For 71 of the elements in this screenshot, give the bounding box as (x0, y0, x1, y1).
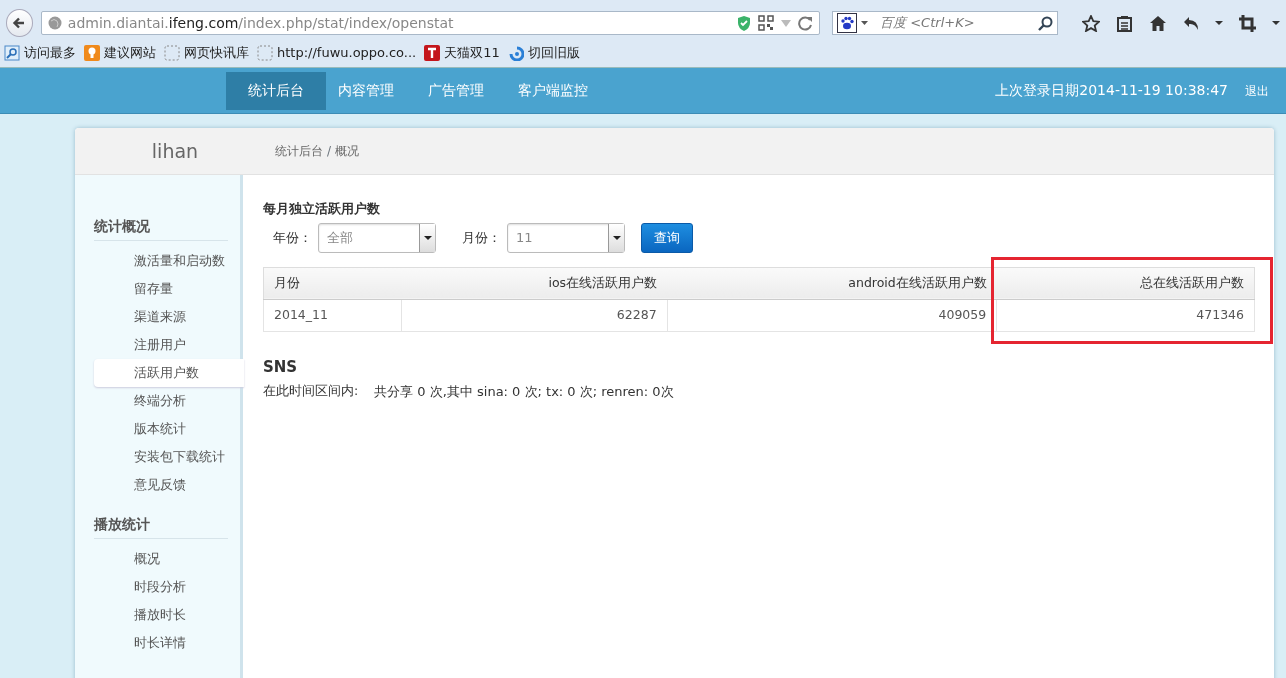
sidebar-section-title: 播放统计 (94, 505, 228, 539)
last-login-text: 上次登录日期2014-11-19 10:38:47 (995, 81, 1228, 100)
qr-code-icon[interactable] (758, 15, 775, 31)
address-bar[interactable]: admin.diantai.ifeng.com/index.php/stat/index/openstat (40, 11, 821, 35)
sidebar-item[interactable]: 活跃用户数 (94, 359, 244, 387)
sidebar-item[interactable]: 意见反馈 (75, 471, 240, 499)
letter-t-icon (424, 45, 441, 61)
sidebar-item[interactable]: 安装包下载统计 (75, 443, 240, 471)
reload-icon[interactable] (798, 15, 814, 31)
username: lihan (150, 138, 200, 164)
sns-title: SNS (263, 356, 299, 378)
bookmark-link[interactable]: 网页快讯库 (164, 43, 249, 63)
table-cell: 62287 (401, 299, 668, 331)
page-icon (257, 45, 273, 61)
search-field[interactable]: 百度 <Ctrl+K> (832, 11, 1058, 35)
caret-icon (612, 235, 621, 240)
nav-tab[interactable]: 统计后台 (226, 71, 326, 110)
url-text: admin.diantai.ifeng.com/index.php/stat/index/openstat (67, 13, 454, 33)
search-placeholder: 百度 <Ctrl+K> (880, 14, 976, 33)
column-header: ios在线活跃用户数 (401, 267, 668, 299)
section-title: 每月独立活跃用户数 (263, 200, 381, 218)
sidebar-item[interactable]: 激活量和启动数 (75, 247, 240, 275)
table-cell: 2014_11 (263, 299, 402, 331)
home-icon[interactable] (1149, 14, 1167, 32)
filter-label: 月份： (462, 228, 501, 247)
sidebar-item[interactable]: 时长详情 (75, 629, 240, 657)
sidebar-item[interactable]: 时段分析 (75, 573, 240, 601)
sidebar-item[interactable]: 终端分析 (75, 387, 240, 415)
sidebar-item[interactable]: 版本统计 (75, 415, 240, 443)
breadcrumb-separator: / (327, 143, 332, 160)
swirl-icon (507, 45, 524, 61)
caret-icon (861, 21, 869, 25)
table-cell: 409059 (667, 299, 997, 331)
sidebar-item[interactable]: 注册用户 (75, 331, 240, 359)
filter-label: 年份： (273, 228, 312, 247)
sns-summary: 共分享 0 次,其中 sina: 0 次; tx: 0 次; renren: 0次 (374, 383, 674, 401)
breadcrumb-item[interactable]: 统计后台 (275, 142, 323, 160)
bookmark-link[interactable]: 天猫双11 (424, 43, 500, 63)
caret-icon[interactable] (1272, 21, 1280, 25)
paw-icon (837, 13, 858, 33)
bookmark-link[interactable]: http://fuwu.oppo.co... (257, 43, 417, 63)
sidebar-item[interactable]: 渠道来源 (75, 303, 240, 331)
globe-icon (47, 16, 62, 30)
bulb-icon (84, 45, 100, 61)
caret-icon (423, 235, 432, 240)
clipboard-icon[interactable] (1116, 14, 1133, 32)
caret-icon[interactable] (1215, 21, 1223, 25)
sidebar-section-title: 统计概况 (94, 207, 228, 241)
sidebar-item[interactable]: 概况 (75, 545, 240, 573)
page-icon (164, 45, 180, 61)
table-cell: 471346 (996, 299, 1255, 331)
back-button[interactable] (6, 9, 33, 37)
column-header: 月份 (263, 267, 402, 299)
sidebar-item[interactable]: 播放时长 (75, 601, 240, 629)
filter-select[interactable]: 全部 (318, 222, 436, 253)
search-icon[interactable] (1038, 15, 1053, 31)
query-button[interactable]: 查询 (641, 222, 693, 253)
column-header: 总在线活跃用户数 (996, 267, 1255, 299)
crop-icon[interactable] (1239, 14, 1256, 32)
sidebar-item[interactable]: 留存量 (75, 275, 240, 303)
breadcrumb-item: 概况 (335, 143, 360, 160)
column-header: android在线活跃用户数 (667, 267, 997, 299)
filter-select[interactable]: 11 (507, 222, 625, 253)
star-icon[interactable] (1082, 14, 1100, 32)
sns-label: 在此时间区间内: (263, 382, 359, 400)
magnifier-icon (4, 45, 20, 61)
bookmark-link[interactable]: 建议网站 (84, 43, 156, 63)
undo-icon[interactable] (1183, 15, 1199, 31)
bookmark-link[interactable]: 切回旧版 (507, 43, 580, 63)
bookmark-link[interactable]: 访问最多 (4, 43, 76, 63)
shield-icon (736, 14, 753, 32)
